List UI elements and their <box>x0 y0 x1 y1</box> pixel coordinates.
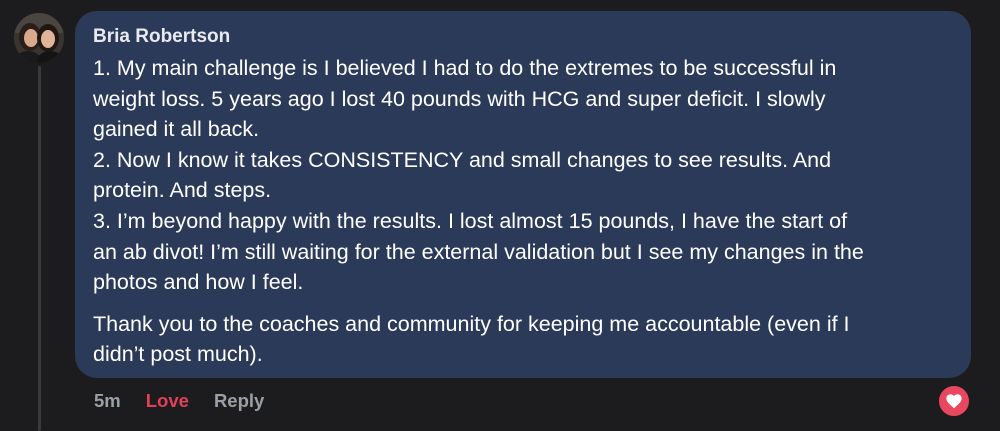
avatar[interactable] <box>14 13 64 63</box>
comment-line: 3. I’m beyond happy with the results. I … <box>93 208 848 233</box>
comment-line: gained it all back. <box>93 117 260 142</box>
comment-timestamp[interactable]: 5m <box>94 390 121 412</box>
reply-button[interactable]: Reply <box>214 390 264 412</box>
love-reaction-button[interactable]: Love <box>146 390 189 412</box>
heart-icon <box>946 394 962 409</box>
comment-actions: 5m Love Reply <box>94 388 264 414</box>
comment-paragraph: 1. My main challenge is I believed I had… <box>93 53 953 298</box>
comment-line: Thank you to the coaches and community f… <box>93 311 850 336</box>
thread-connector-line <box>38 66 41 431</box>
comment-paragraph: Thank you to the coaches and community f… <box>93 309 953 370</box>
comment-line: an ab divot! I’m still waiting for the e… <box>93 239 864 264</box>
profile-photo-icon <box>14 13 64 63</box>
comment-line: didn’t post much). <box>93 342 263 367</box>
comment-author[interactable]: Bria Robertson <box>93 25 953 49</box>
comment-line: 2. Now I know it takes CONSISTENCY and s… <box>93 147 832 172</box>
comment-bubble: Bria Robertson 1. My main challenge is I… <box>75 11 971 378</box>
comment-line: photos and how I feel. <box>93 270 304 295</box>
reaction-badge[interactable] <box>937 384 971 418</box>
comment-line: protein. And steps. <box>93 178 272 203</box>
comment-line: weight loss. 5 years ago I lost 40 pound… <box>93 86 826 111</box>
comment-thread: Bria Robertson 1. My main challenge is I… <box>0 0 1000 431</box>
comment-line: 1. My main challenge is I believed I had… <box>93 56 837 80</box>
comment-body: 1. My main challenge is I believed I had… <box>93 53 953 370</box>
